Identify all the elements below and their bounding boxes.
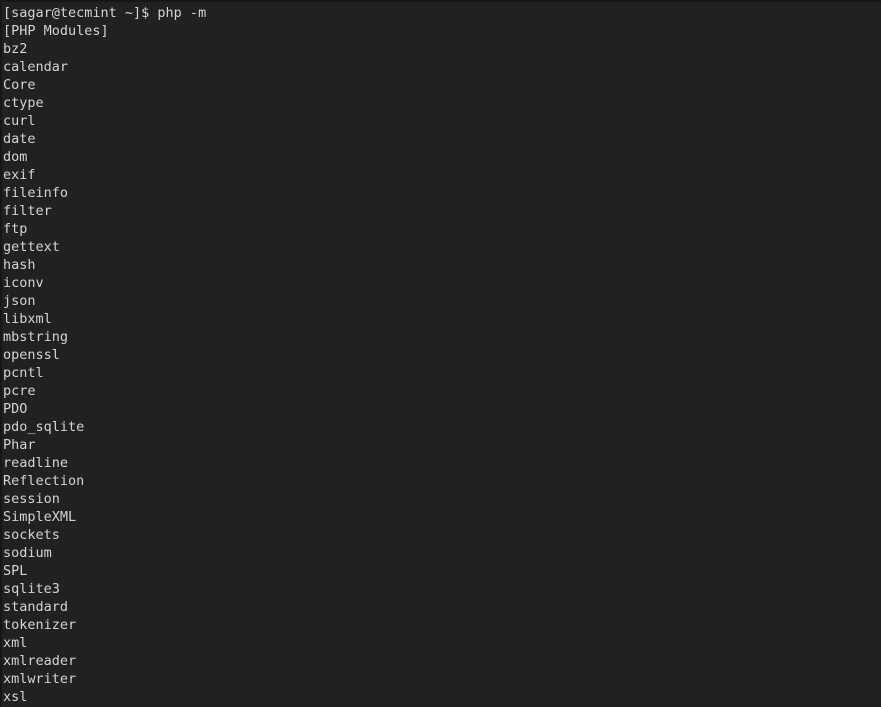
terminal-line-module: PDO [3,401,28,417]
terminal-line-module: bz2 [3,41,28,57]
terminal-window[interactable]: [sagar@tecmint ~]$ php -m [PHP Modules] … [0,0,881,707]
terminal-line-module: pdo_sqlite [3,419,85,435]
terminal-line-module: openssl [3,347,60,363]
terminal-line-module: xml [3,635,28,651]
terminal-line-module: date [3,131,36,147]
terminal-line-module: sqlite3 [3,581,60,597]
terminal-line-module: session [3,491,60,507]
terminal-output-area[interactable]: [sagar@tecmint ~]$ php -m [PHP Modules] … [2,2,881,707]
terminal-line-module: exif [3,167,36,183]
terminal-line-module: standard [3,599,69,615]
terminal-line-module: SimpleXML [3,509,77,525]
terminal-line-module: mbstring [3,329,69,345]
terminal-section-header: [PHP Modules] [3,23,109,39]
terminal-line-module: hash [3,257,36,273]
terminal-line-module: ftp [3,221,28,237]
terminal-line-module: calendar [3,59,69,75]
terminal-line-module: Phar [3,437,36,453]
terminal-line-module: xmlwriter [3,671,77,687]
terminal-line-module: SPL [3,563,28,579]
terminal-line-module: Reflection [3,473,85,489]
terminal-line-module: pcre [3,383,36,399]
terminal-line-module: pcntl [3,365,44,381]
terminal-line-module: filter [3,203,52,219]
terminal-line-module: readline [3,455,69,471]
terminal-line-module: ctype [3,95,44,111]
terminal-line-module: iconv [3,275,44,291]
terminal-line-module: xmlreader [3,653,77,669]
terminal-prompt-line: [sagar@tecmint ~]$ php -m [3,5,207,21]
terminal-line-module: dom [3,149,28,165]
terminal-line-module: curl [3,113,36,129]
terminal-line-module: Core [3,77,36,93]
terminal-line-module: json [3,293,36,309]
terminal-line-module: gettext [3,239,60,255]
terminal-line-module: libxml [3,311,52,327]
terminal-line-module: xsl [3,689,28,705]
terminal-line-module: sodium [3,545,52,561]
terminal-line-module: fileinfo [3,185,69,201]
terminal-line-module: tokenizer [3,617,77,633]
terminal-line-module: sockets [3,527,60,543]
